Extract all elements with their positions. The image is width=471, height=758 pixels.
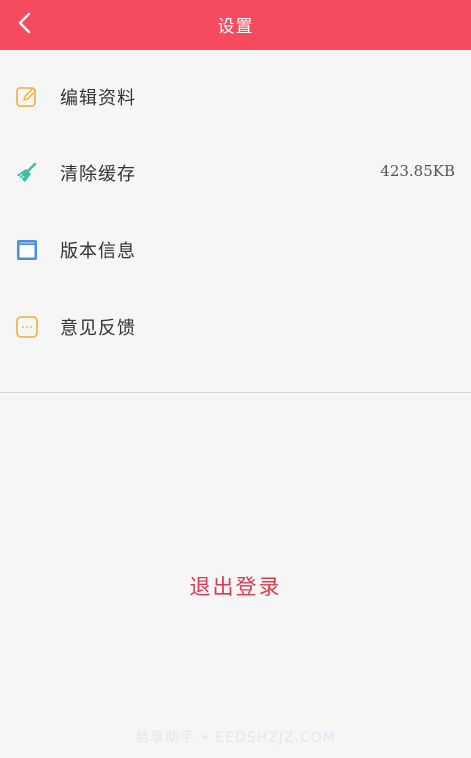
menu-item-version-info[interactable]: 版本信息 (0, 220, 471, 280)
menu-item-edit-profile[interactable]: 编辑资料 (0, 67, 471, 127)
header-bar: 设置 (0, 0, 471, 50)
cache-size-value: 423.85KB (380, 162, 455, 180)
watermark: 易享助手 • EEDSHZJZ.COM (135, 730, 336, 746)
menu-item-label: 意见反馈 (60, 318, 136, 339)
feedback-icon (16, 316, 38, 338)
menu-item-feedback[interactable]: 意见反馈 (0, 297, 471, 357)
page-title: 设置 (217, 17, 254, 37)
broom-icon (17, 162, 37, 182)
menu-item-label: 编辑资料 (60, 88, 136, 109)
menu-item-clear-cache[interactable]: 清除缓存 423.85KB (0, 143, 471, 203)
edit-icon (16, 87, 37, 107)
logout-button[interactable]: 退出登录 (0, 571, 471, 601)
section-divider (0, 392, 471, 393)
menu-item-label: 清除缓存 (60, 164, 136, 185)
settings-menu: 编辑资料 清除缓存 423.85KB 版本信息 意见反馈 (0, 50, 471, 393)
version-info-icon (17, 240, 37, 260)
menu-item-label: 版本信息 (60, 241, 136, 262)
